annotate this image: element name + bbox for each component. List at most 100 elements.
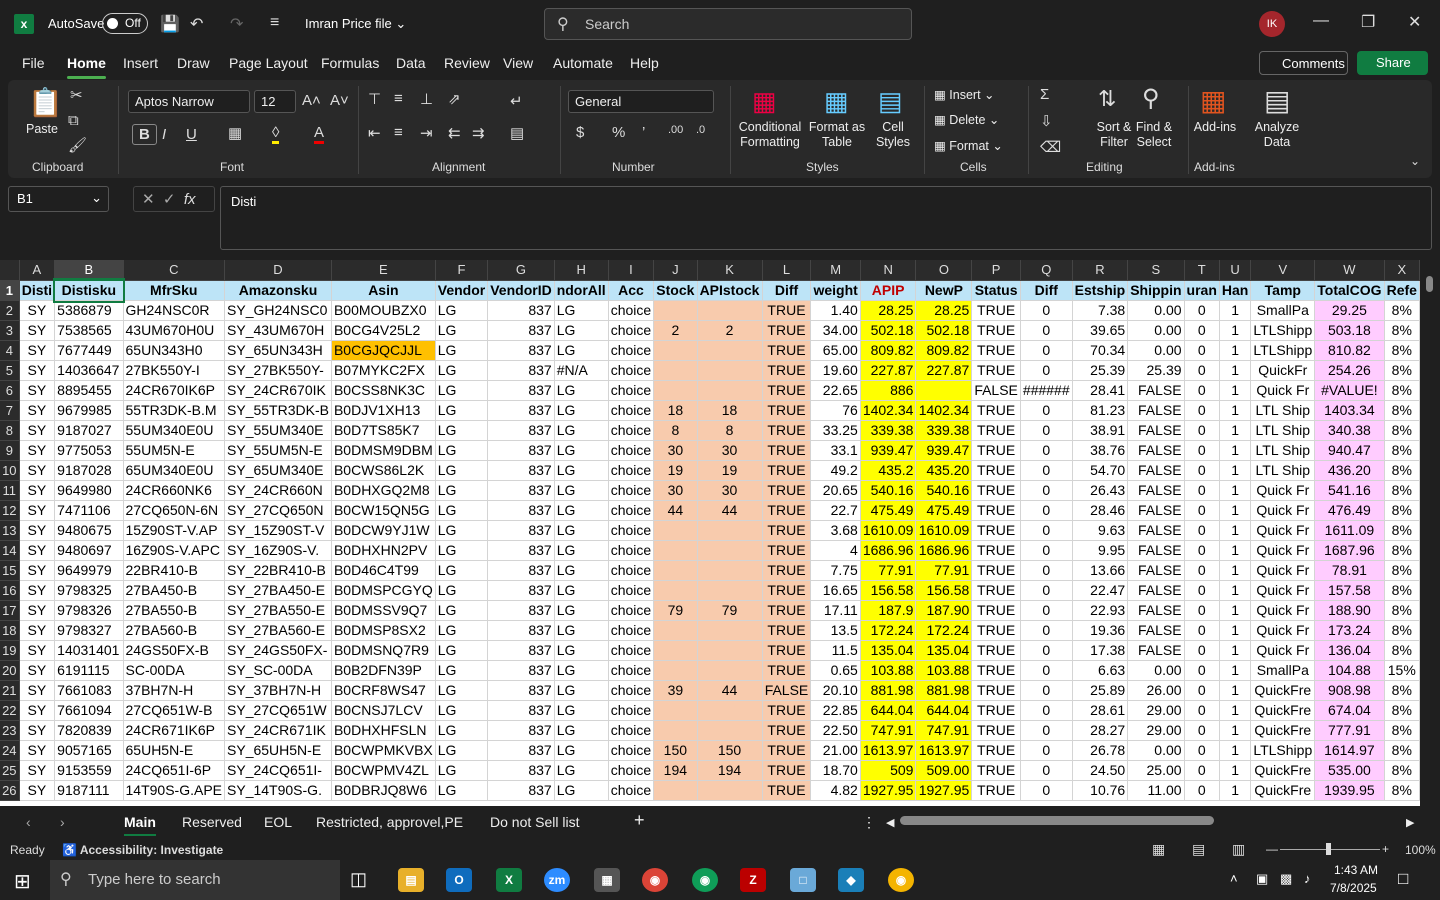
cell[interactable]: 0: [1020, 660, 1073, 681]
cell[interactable]: 1: [1219, 400, 1252, 421]
cell[interactable]: QuickFre: [1250, 760, 1316, 781]
tab-restricted[interactable]: Restricted, approvel,PE: [316, 814, 463, 830]
increase-decimal-icon[interactable]: .00: [668, 124, 683, 136]
cell[interactable]: LTLShipp: [1250, 340, 1316, 361]
cell[interactable]: 8%: [1384, 780, 1420, 801]
cell[interactable]: TRUE: [762, 700, 812, 721]
cell[interactable]: 1: [1219, 640, 1252, 661]
cell[interactable]: TRUE: [762, 420, 812, 441]
row-header[interactable]: 22: [0, 700, 20, 721]
cell[interactable]: 28.25: [915, 300, 973, 321]
cell[interactable]: 1: [1219, 360, 1252, 381]
column-header[interactable]: C: [123, 260, 226, 281]
header-cell[interactable]: Han: [1219, 280, 1252, 301]
cell[interactable]: 157.58: [1314, 580, 1385, 601]
header-cell[interactable]: Distisku: [52, 278, 126, 303]
cell[interactable]: 939.47: [915, 440, 973, 461]
cell[interactable]: TRUE: [971, 480, 1021, 501]
cell[interactable]: B0DHXHFSLN: [331, 720, 436, 741]
cell[interactable]: 8%: [1384, 520, 1420, 541]
cell[interactable]: 837: [487, 480, 555, 501]
cell[interactable]: 44: [697, 680, 763, 701]
cell[interactable]: [653, 620, 698, 641]
cell[interactable]: TRUE: [762, 660, 812, 681]
cell[interactable]: FALSE: [1127, 580, 1185, 601]
cell[interactable]: LG: [435, 580, 489, 601]
cell[interactable]: 0: [1020, 620, 1073, 641]
volume-icon[interactable]: ♪: [1304, 871, 1311, 886]
cell[interactable]: 1610.09: [860, 520, 917, 541]
cell[interactable]: 8%: [1384, 340, 1420, 361]
align-middle-icon[interactable]: ≡: [394, 90, 403, 107]
delete-cells-button[interactable]: ▦ Delete ⌄: [934, 113, 999, 128]
cell[interactable]: [653, 380, 698, 401]
cell[interactable]: 194: [697, 760, 763, 781]
cell[interactable]: 502.18: [915, 320, 973, 341]
chrome-user-icon[interactable]: ◉: [888, 868, 914, 892]
cell[interactable]: 227.87: [860, 360, 917, 381]
column-header-row[interactable]: ABCDEFGHIJKLMNOPQRSTUVWX: [0, 260, 1420, 281]
format-painter-icon[interactable]: 🖌: [68, 136, 87, 154]
cell[interactable]: SY: [19, 540, 56, 561]
scroll-left-icon[interactable]: ◀: [886, 816, 894, 829]
cell[interactable]: FALSE: [1127, 460, 1185, 481]
cell[interactable]: TRUE: [971, 740, 1021, 761]
cell[interactable]: 135.04: [915, 640, 973, 661]
cell[interactable]: 1402.34: [860, 400, 917, 421]
app-diamond-icon[interactable]: ◆: [838, 868, 864, 892]
cell[interactable]: B0CWPMKVBX: [331, 740, 436, 761]
row-header[interactable]: 6: [0, 380, 20, 401]
cell[interactable]: 7471106: [54, 500, 124, 521]
cell[interactable]: 1610.09: [915, 520, 973, 541]
cell[interactable]: 27CQ651W-B: [123, 700, 226, 721]
menu-automate[interactable]: Automate: [553, 55, 613, 71]
cell[interactable]: FALSE: [762, 680, 812, 701]
conditional-formatting-button[interactable]: Conditional Formatting: [734, 120, 806, 150]
cell[interactable]: 435.2: [860, 460, 917, 481]
header-cell[interactable]: Disti: [19, 280, 56, 301]
cell[interactable]: SY: [19, 440, 56, 461]
underline-icon[interactable]: U: [186, 126, 197, 143]
cell[interactable]: [697, 560, 763, 581]
page-layout-view-icon[interactable]: ▤: [1192, 841, 1205, 858]
cell[interactable]: SY: [19, 560, 56, 581]
cell[interactable]: B0CW15QN5G: [331, 500, 436, 521]
cell[interactable]: 65UN343H0: [123, 340, 226, 361]
cell[interactable]: [697, 340, 763, 361]
cell[interactable]: SY: [19, 640, 56, 661]
file-explorer-icon[interactable]: ▤: [398, 868, 424, 892]
cell[interactable]: TRUE: [762, 560, 812, 581]
cell[interactable]: 24.50: [1072, 760, 1129, 781]
cell[interactable]: 194: [653, 760, 698, 781]
cell[interactable]: 1: [1219, 540, 1252, 561]
cell[interactable]: B0DMSNQ7R9: [331, 640, 436, 661]
cell[interactable]: 187.90: [915, 600, 973, 621]
cell-styles-icon[interactable]: ▤: [878, 86, 903, 117]
cell[interactable]: LG: [435, 640, 489, 661]
cell[interactable]: 24CR660NK6: [123, 480, 226, 501]
menu-home[interactable]: Home: [67, 55, 106, 79]
cell[interactable]: LG: [435, 620, 489, 641]
cell[interactable]: LG: [554, 400, 609, 421]
cell[interactable]: 25.89: [1072, 680, 1129, 701]
cell[interactable]: Quick Fr: [1250, 520, 1316, 541]
cell[interactable]: LG: [435, 420, 489, 441]
font-color-icon[interactable]: A: [314, 124, 325, 144]
cell[interactable]: FALSE: [1127, 500, 1185, 521]
cell[interactable]: choice: [608, 400, 655, 421]
cell[interactable]: 25.39: [1127, 360, 1185, 381]
cell[interactable]: FALSE: [1127, 560, 1185, 581]
cell[interactable]: SmallPa: [1250, 660, 1316, 681]
cell[interactable]: [653, 580, 698, 601]
cell[interactable]: 475.49: [915, 500, 973, 521]
cell[interactable]: TRUE: [762, 640, 812, 661]
row-header[interactable]: 11: [0, 480, 20, 501]
column-header[interactable]: R: [1072, 260, 1129, 281]
cell[interactable]: [697, 660, 763, 681]
row-header[interactable]: 20: [0, 660, 20, 681]
cell[interactable]: 8%: [1384, 380, 1420, 401]
save-icon[interactable]: 💾: [160, 14, 180, 34]
row-header[interactable]: 21: [0, 680, 20, 701]
cell[interactable]: B0DCW9YJ1W: [331, 520, 436, 541]
cell[interactable]: 1: [1219, 320, 1252, 341]
